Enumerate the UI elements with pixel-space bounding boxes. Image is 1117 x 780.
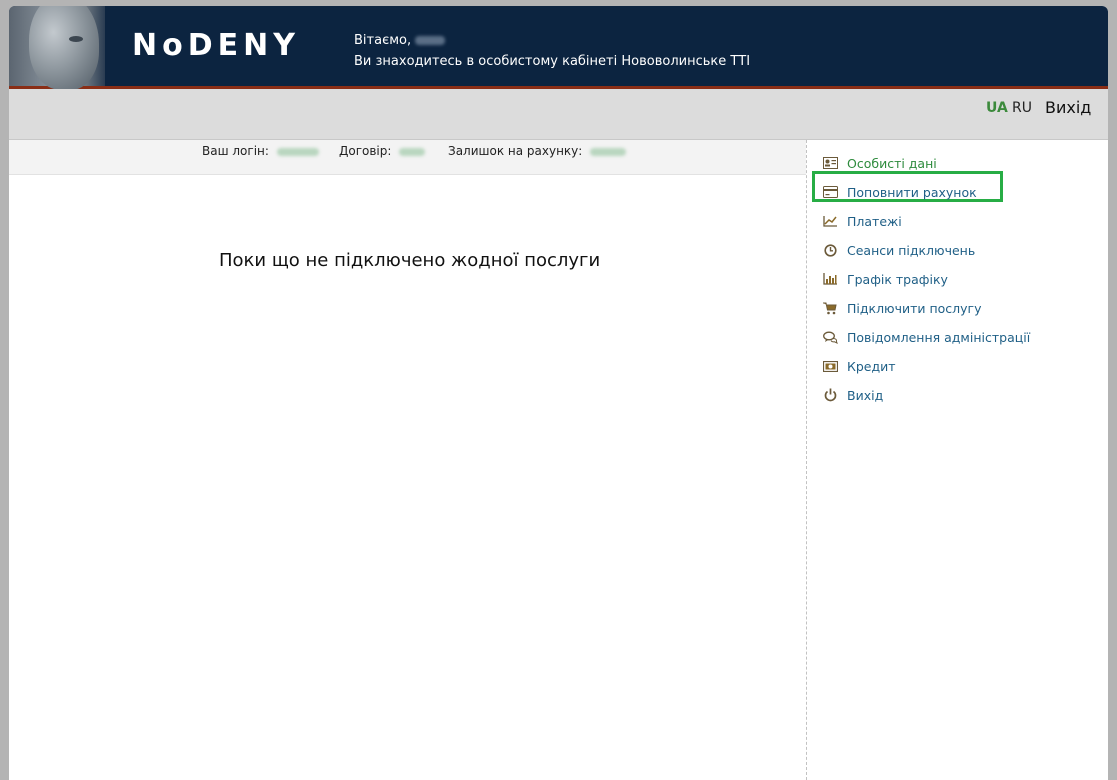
- login-info: Ваш логін:: [202, 144, 319, 158]
- username-redacted: [415, 36, 446, 45]
- clock-icon: [822, 242, 838, 258]
- login-value-redacted: [276, 147, 319, 156]
- menu-sessions[interactable]: Сеанси підключень: [822, 240, 975, 260]
- menu-label: Поповнити рахунок: [847, 184, 977, 200]
- balance-label: Залишок на рахунку:: [448, 144, 583, 158]
- menu-label: Сеанси підключень: [847, 242, 976, 258]
- credit-card-icon: [822, 184, 838, 200]
- logo-face-image: [9, 6, 105, 90]
- header: NoDENY Вітаємо, Ви знаходитесь в особист…: [9, 6, 1108, 90]
- sidebar: [806, 140, 1108, 780]
- cart-icon: [822, 300, 838, 316]
- banknote-icon: [822, 358, 838, 374]
- balance-info: Залишок на рахунку:: [448, 144, 627, 158]
- menu-label: Платежі: [847, 213, 902, 229]
- menu-payments[interactable]: Платежі: [822, 211, 902, 231]
- no-services-message: Поки що не підключено жодної послуги: [219, 250, 601, 271]
- logo[interactable]: NoDENY: [132, 28, 300, 63]
- chart-line-icon: [822, 213, 838, 229]
- lang-ru-link[interactable]: RU: [1012, 100, 1032, 116]
- menu-admin-messages[interactable]: Повідомлення адміністрації: [822, 327, 1030, 347]
- lang-ua-link[interactable]: UA: [986, 100, 1008, 116]
- greeting-block: Вітаємо, Ви знаходитесь в особистому каб…: [354, 30, 750, 72]
- greeting-text: Вітаємо,: [354, 33, 412, 48]
- bar-chart-icon: [822, 271, 838, 287]
- balance-value-redacted: [590, 147, 627, 156]
- cabinet-subtitle: Ви знаходитесь в особистому кабінеті Нов…: [354, 54, 751, 69]
- logout-link[interactable]: Вихід: [1045, 98, 1091, 117]
- menu-label: Кредит: [847, 358, 896, 374]
- menu-personal-data[interactable]: Особисті дані: [822, 153, 937, 173]
- menu-top-up[interactable]: Поповнити рахунок: [822, 182, 977, 202]
- menu-logout[interactable]: Вихід: [822, 385, 883, 405]
- menu-traffic-chart[interactable]: Графік трафіку: [822, 269, 948, 289]
- menu-connect-service[interactable]: Підключити послугу: [822, 298, 982, 318]
- menu-label: Підключити послугу: [847, 300, 982, 316]
- id-card-icon: [822, 155, 838, 171]
- contract-info: Договір:: [339, 144, 426, 158]
- menu-label: Повідомлення адміністрації: [847, 329, 1031, 345]
- menu-label: Вихід: [847, 387, 884, 403]
- power-icon: [822, 387, 838, 403]
- menu-credit[interactable]: Кредит: [822, 356, 896, 376]
- chat-icon: [822, 329, 838, 345]
- contract-label: Договір:: [339, 144, 392, 158]
- menu-label: Особисті дані: [847, 155, 937, 171]
- contract-value-redacted: [399, 147, 426, 156]
- login-label: Ваш логін:: [202, 144, 269, 158]
- page-frame: NoDENY Вітаємо, Ви знаходитесь в особист…: [9, 6, 1108, 780]
- top-bar: [9, 89, 1108, 140]
- menu-label: Графік трафіку: [847, 271, 948, 287]
